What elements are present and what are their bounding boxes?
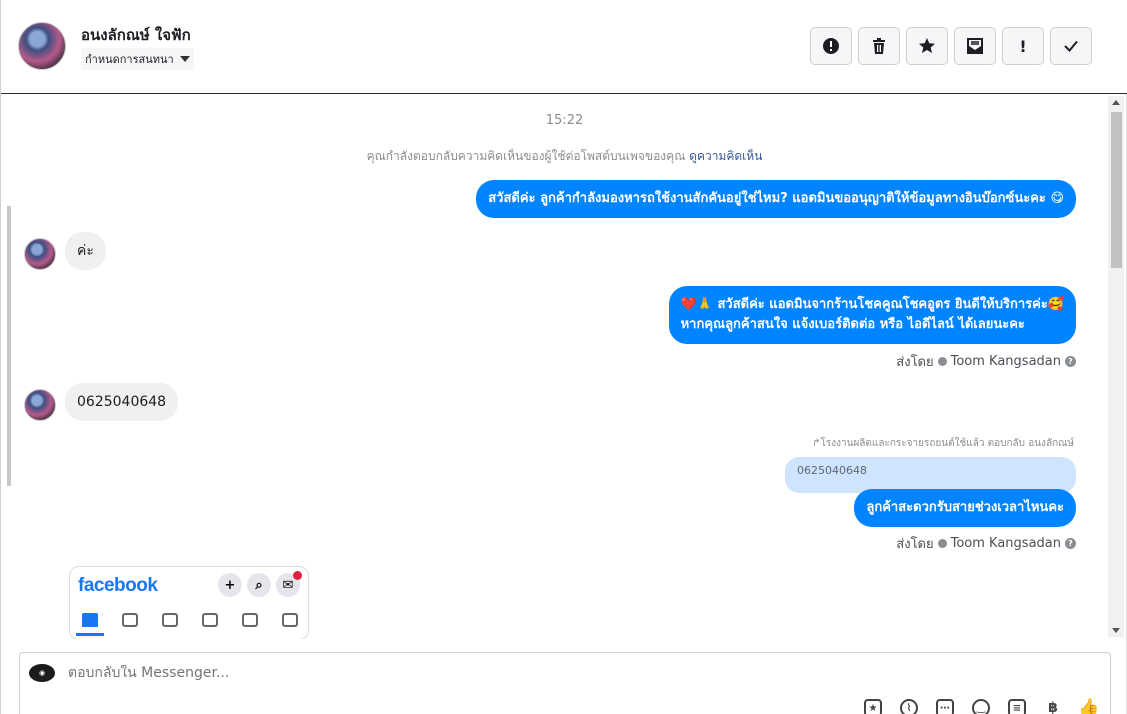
conversation-settings-dropdown[interactable]: กำหนดการสนทนา — [81, 48, 194, 70]
help-icon[interactable]: ? — [1065, 356, 1076, 367]
incoming-message[interactable]: ค่ะ — [65, 232, 106, 270]
outgoing-message[interactable]: ลูกค้าสะดวกรับสายช่วงเวลาไหนคะ — [854, 489, 1076, 527]
scroll-down-arrow-icon[interactable] — [1112, 628, 1120, 633]
active-tab-indicator — [76, 633, 104, 636]
scroll-thumb[interactable] — [1111, 112, 1122, 268]
scroll-up-arrow-icon[interactable] — [1112, 100, 1120, 105]
emoji-icon[interactable]: ‿ — [972, 699, 990, 714]
like-icon[interactable]: 👍 — [1078, 698, 1099, 714]
verified-check-icon — [937, 357, 947, 366]
sender-name[interactable]: Toom Kangsadan — [951, 536, 1061, 551]
dropdown-label: กำหนดการสนทนา — [85, 53, 174, 66]
incoming-message[interactable]: 0625040648 — [65, 383, 179, 421]
delete-button[interactable] — [858, 27, 900, 65]
conversation-header: อนงลักณษ์ ใจฟัก กำหนดการสนทนา ! — [1, 0, 1127, 94]
fb-nav-bar — [70, 607, 308, 633]
message-input[interactable] — [68, 665, 828, 681]
message-timestamp: 15:22 — [545, 113, 584, 128]
outgoing-message[interactable]: สวัสดีค่ะ ลูกค้ากำลังมองหารถใช้งานสักคัน… — [476, 180, 1076, 218]
star-icon — [919, 38, 935, 53]
messenger-inbox-window: อนงลักณษ์ ใจฟัก กำหนดการสนทนา ! 15:22 คุ… — [0, 0, 1127, 714]
contact-avatar-small[interactable] — [24, 238, 56, 270]
message-thread[interactable]: 15:22 คุณกำลังตอบกลับความคิดเห็นของผู้ใช… — [7, 94, 1122, 639]
marketplace-icon — [202, 613, 218, 627]
sender-name[interactable]: Toom Kangsadan — [951, 354, 1061, 369]
sent-by-label: ส่งโดย — [896, 355, 934, 370]
contact-avatar-small[interactable] — [24, 389, 56, 421]
mark-important-button[interactable]: ! — [1002, 27, 1044, 65]
mark-done-button[interactable] — [1050, 27, 1092, 65]
message-line: ❤️🙏 สวัสดีค่ะ แอดมินจากร้านโชคคูณโชคอูตร… — [680, 297, 1064, 312]
search-icon: ⌕ — [247, 573, 271, 597]
sent-by-indicator: ส่งโดย Toom Kangsadan ? — [896, 351, 1076, 372]
currency-baht-icon[interactable]: ฿ — [1044, 699, 1062, 714]
caret-down-icon — [179, 56, 190, 62]
outgoing-message[interactable]: ❤️🙏 สวัสดีค่ะ แอดมินจากร้านโชคคูณโชคอูตร… — [668, 286, 1076, 344]
left-divider — [7, 206, 11, 486]
video-icon — [162, 613, 178, 627]
alert-circle-icon — [823, 38, 839, 54]
fb-header-icons: + ⌕ ✉ — [218, 571, 302, 597]
sticker-icon[interactable]: ★ — [864, 699, 882, 714]
page-avatar: ◉ — [29, 664, 55, 682]
help-icon[interactable]: ? — [1065, 538, 1076, 549]
conversation-toolbar: ! — [810, 27, 1092, 65]
plus-icon: + — [218, 573, 242, 597]
checkmark-icon — [1064, 40, 1078, 52]
message-line: หากคุณลูกค้าสนใจ แจ้งเบอร์ติดต่อ หรือ ไอ… — [680, 317, 1025, 332]
sent-by-indicator: ส่งโดย Toom Kangsadan ? — [896, 533, 1076, 554]
quick-reply-icon[interactable]: ⋯ — [936, 699, 954, 714]
image-attachment[interactable]: facebook + ⌕ ✉ — [69, 566, 309, 639]
bell-icon — [242, 613, 258, 627]
comment-reply-notice: คุณกำลังตอบกลับความคิดเห็นของผู้ใช้ต่อโพ… — [7, 147, 1122, 166]
menu-icon — [282, 613, 298, 627]
reply-composer: ◉ ★ ⌇ ⋯ ‿ ≡ ฿ 👍 — [19, 652, 1111, 714]
saved-reply-icon[interactable]: ≡ — [1008, 699, 1026, 714]
friends-icon — [122, 613, 138, 627]
exclamation-icon: ! — [1019, 36, 1027, 56]
attach-icon[interactable]: ⌇ — [900, 699, 918, 714]
trash-icon — [873, 38, 885, 54]
contact-name[interactable]: อนงลักณษ์ ใจฟัก — [81, 23, 191, 47]
contact-avatar[interactable] — [18, 22, 66, 70]
notice-text: คุณกำลังตอบกลับความคิดเห็นของผู้ใช้ต่อโพ… — [366, 149, 686, 163]
composer-toolbar: ★ ⌇ ⋯ ‿ ≡ ฿ 👍 — [864, 698, 1100, 714]
home-icon — [82, 613, 98, 627]
archive-icon — [967, 38, 983, 54]
view-comment-link[interactable]: ดูความคิดเห็น — [689, 149, 762, 163]
star-button[interactable] — [906, 27, 948, 65]
sent-by-label: ส่งโดย — [896, 537, 934, 552]
notification-badge — [293, 571, 302, 580]
facebook-logo: facebook — [78, 575, 158, 596]
thread-scrollbar[interactable] — [1108, 96, 1124, 637]
archive-button[interactable] — [954, 27, 996, 65]
quoted-message[interactable]: 0625040648 — [785, 457, 1076, 493]
verified-check-icon — [937, 539, 947, 548]
reply-context-label: ↱โรงงานผลิตและกระจายรถยนต์ใช้แล้ว ตอบกลั… — [812, 438, 1074, 449]
messenger-icon: ✉ — [276, 571, 302, 597]
report-spam-button[interactable] — [810, 27, 852, 65]
